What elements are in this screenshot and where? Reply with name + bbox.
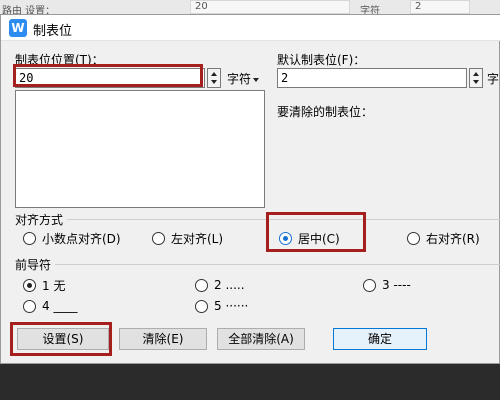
radio-circle [195, 299, 208, 313]
highlight-tab-position [13, 64, 203, 87]
leader-dots-radio[interactable]: 2 ..... [195, 276, 245, 294]
chevron-down-icon [253, 77, 260, 82]
radio-circle [23, 299, 36, 313]
tab-position-spinner[interactable] [207, 68, 221, 88]
radio-circle [152, 231, 165, 245]
radio-circle [363, 278, 376, 292]
leader-none-radio[interactable]: 1 无 [23, 276, 65, 294]
clear-all-button[interactable]: 全部清除(A) [217, 328, 305, 350]
align-left-radio[interactable]: 左对齐(L) [152, 229, 223, 247]
radio-circle [195, 278, 208, 292]
align-right-radio[interactable]: 右对齐(R) [407, 229, 480, 247]
radio-circle [23, 231, 36, 245]
default-tab-label: 默认制表位(F)： [277, 53, 366, 67]
leader-group-title: 前导符 [15, 256, 56, 273]
leader-underline-radio[interactable]: 4 ____ [23, 297, 77, 315]
ok-button[interactable]: 确定 [333, 328, 427, 350]
leader-middle-dots-radio[interactable]: 5 ······ [195, 297, 248, 315]
spin-down-icon [473, 80, 479, 84]
tab-stop-list[interactable] [15, 90, 265, 208]
alignment-group-title: 对齐方式 [15, 211, 68, 228]
dialog-title: 制表位 [33, 24, 73, 39]
radio-circle-selected [23, 278, 36, 292]
wps-app-icon: W [9, 19, 27, 37]
spin-up-icon [211, 72, 217, 76]
spin-down-icon [211, 80, 217, 84]
alignment-group-divider [15, 219, 500, 220]
background-input: 20 [190, 0, 350, 14]
background-input-2: 2 [410, 0, 470, 14]
radio-circle [407, 231, 420, 245]
spin-up-icon [473, 72, 479, 76]
leader-dashes-radio[interactable]: 3 ---- [363, 276, 411, 294]
highlight-set-button [10, 322, 112, 356]
clear-tabs-label: 要清除的制表位： [277, 105, 374, 119]
title-bar: W 制表位 [1, 15, 500, 41]
default-tab-unit[interactable]: 字 [487, 70, 499, 87]
highlight-center-option [266, 212, 366, 252]
leader-group-divider [15, 264, 500, 265]
clear-button[interactable]: 清除(E) [119, 328, 207, 350]
default-tab-spinner[interactable] [469, 68, 483, 88]
align-decimal-radio[interactable]: 小数点对齐(D) [23, 229, 121, 247]
tab-position-unit-dropdown[interactable]: 字符 [227, 70, 260, 87]
default-tab-input[interactable]: 2 [277, 68, 467, 88]
